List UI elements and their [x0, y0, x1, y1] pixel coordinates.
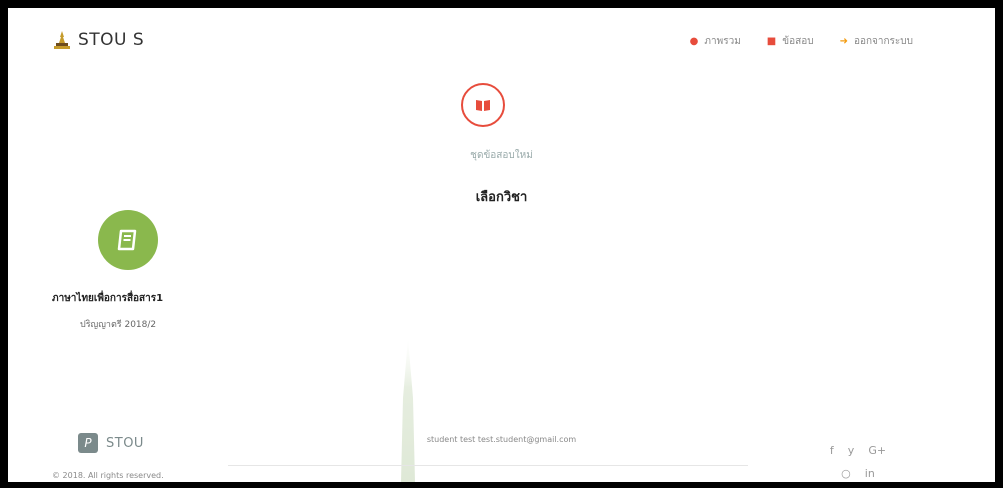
user-info: student test test.student@gmail.com [426, 435, 577, 444]
twitter-icon[interactable]: y [848, 444, 855, 457]
top-nav: ● ภาพรวม ■ ข้อสอบ ➜ ออกจากระบบ [690, 34, 913, 49]
new-exam-caption: ชุดข้อสอบใหม่ [470, 150, 533, 161]
select-subject-heading: เลือกวิชา [475, 190, 528, 205]
course-button[interactable] [98, 210, 158, 270]
tower-watermark-icon [401, 338, 415, 482]
google-plus-icon[interactable]: G+ [868, 444, 886, 457]
stou-logo-icon [54, 31, 70, 49]
nav-overview-label: ภาพรวม [704, 36, 741, 47]
footer-divider [228, 465, 748, 466]
course-subtitle: ปริญญาตรี 2018/2 [80, 320, 157, 330]
copyright: © 2018. All rights reserved. [52, 471, 164, 480]
nav-exam-label: ข้อสอบ [782, 36, 814, 47]
linkedin-icon[interactable]: in [865, 467, 875, 480]
nav-logout-label: ออกจากระบบ [853, 36, 913, 47]
social-links: f y G+ ○ in [818, 444, 898, 482]
gauge-icon: ● [689, 36, 699, 47]
course-title[interactable]: ภาษาไทยเพื่อการสื่อสาร1 [52, 291, 163, 306]
brand-name: STOU S [78, 30, 145, 50]
new-exam-icon [461, 83, 505, 127]
github-icon[interactable]: ○ [841, 467, 851, 480]
book-icon [117, 229, 137, 251]
nav-exam[interactable]: ■ ข้อสอบ [767, 34, 814, 49]
brand[interactable]: STOU S [54, 30, 144, 50]
nav-overview[interactable]: ● ภาพรวม [690, 34, 741, 49]
nav-logout[interactable]: ➜ ออกจากระบบ [840, 34, 913, 49]
facebook-icon[interactable]: f [830, 444, 834, 457]
file-icon: ■ [766, 36, 777, 47]
header: STOU S ● ภาพรวม ■ ข้อสอบ ➜ ออกจากระบบ [8, 8, 995, 66]
book-open-icon [476, 100, 490, 111]
sign-out-icon: ➜ [839, 36, 848, 47]
app-frame: STOU S ● ภาพรวม ■ ข้อสอบ ➜ ออกจากระบบ ชุ… [8, 8, 995, 482]
